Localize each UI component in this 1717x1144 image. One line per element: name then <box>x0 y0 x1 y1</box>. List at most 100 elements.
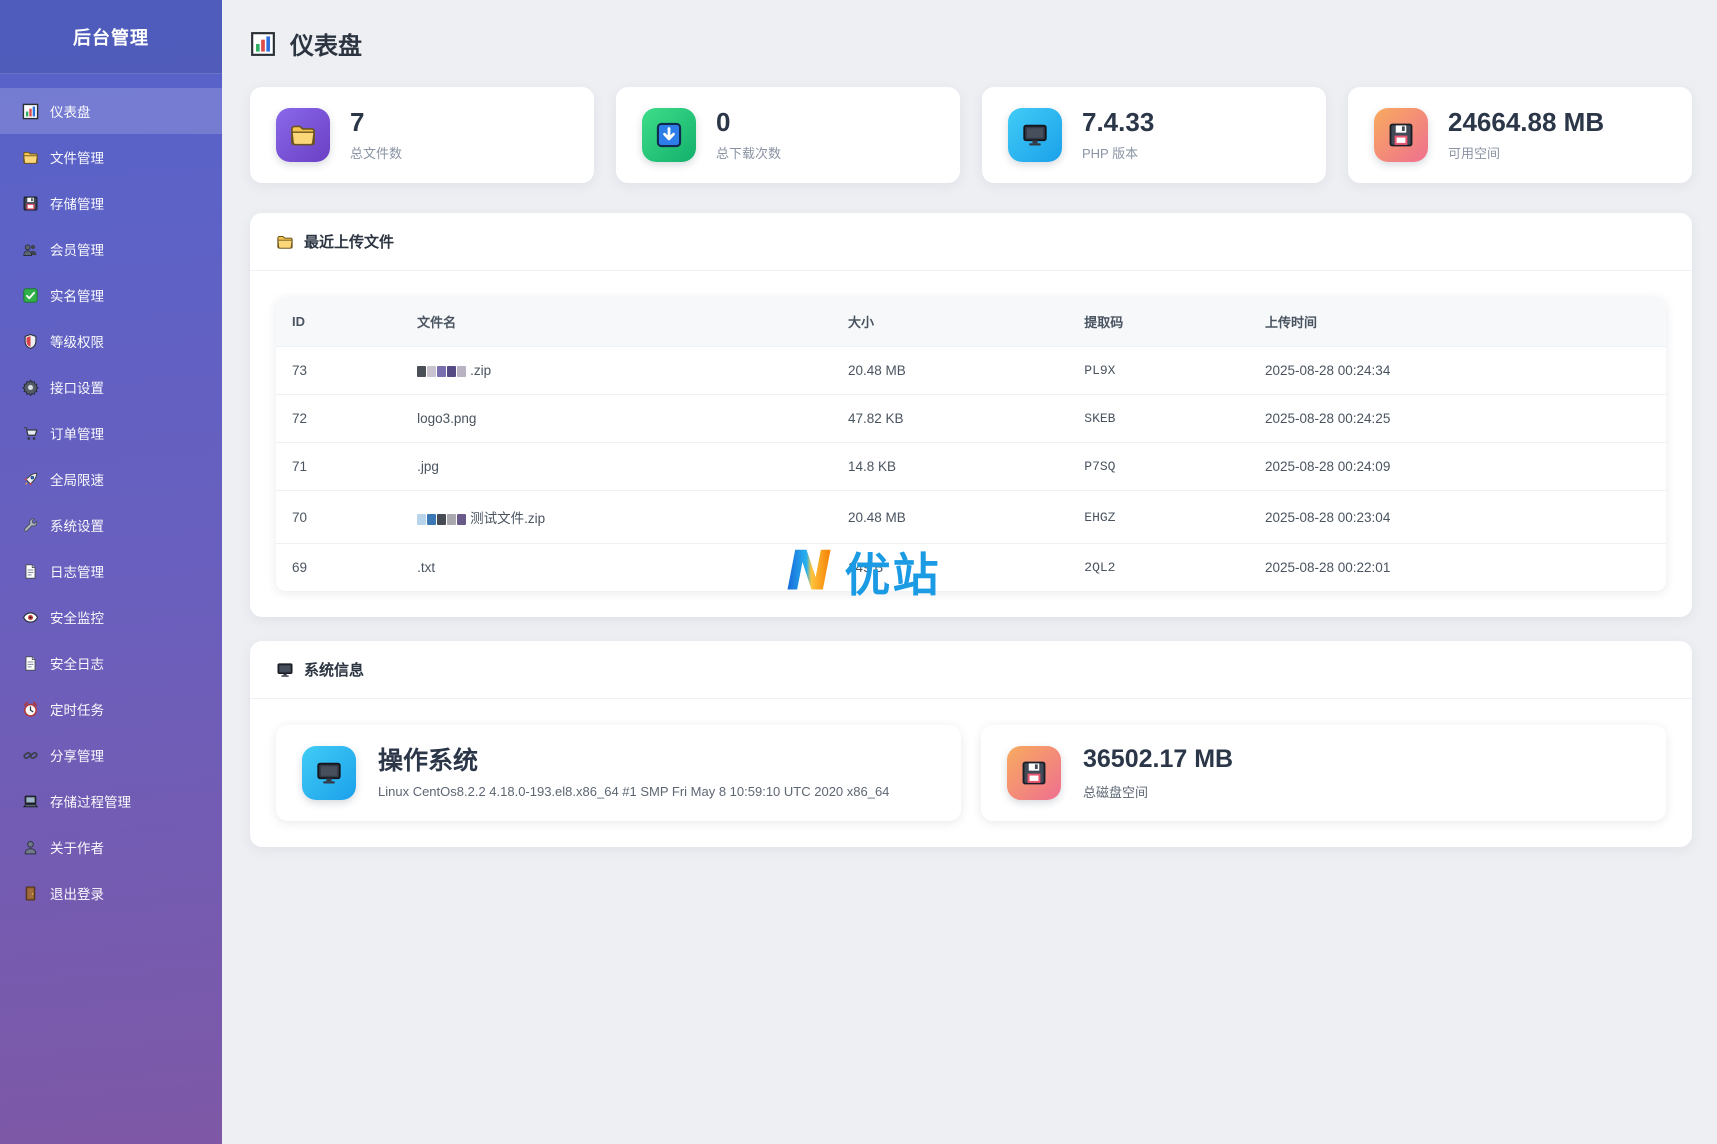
stat-value: 0 <box>716 108 781 137</box>
censored-pixel <box>447 514 456 525</box>
recent-uploads-body: ID文件名大小提取码上传时间 73.zip20.48 MBPL9X2025-08… <box>250 271 1692 617</box>
sidebar-item-stored-procedure-management[interactable]: 存储过程管理 <box>0 778 222 824</box>
sidebar-item-label: 定时任务 <box>50 699 104 719</box>
sidebar-item-label: 全局限速 <box>50 469 104 489</box>
table-header-row: ID文件名大小提取码上传时间 <box>276 297 1666 347</box>
censored-pixel <box>447 366 456 377</box>
cell-size: 20.48 MB <box>832 491 1068 544</box>
sidebar-item-realname-management[interactable]: 实名管理 <box>0 272 222 318</box>
recent-uploads-header: 最近上传文件 <box>250 213 1692 271</box>
system-info-header: 系统信息 <box>250 641 1692 699</box>
sidebar-item-share-management[interactable]: 分享管理 <box>0 732 222 778</box>
uploads-table: ID文件名大小提取码上传时间 73.zip20.48 MBPL9X2025-08… <box>276 297 1666 591</box>
sidebar-item-file-management[interactable]: 文件管理 <box>0 134 222 180</box>
cart-icon <box>22 425 39 442</box>
downbtn-icon <box>642 108 696 162</box>
stats-row: 7 总文件数 0 总下载次数 7.4.33PHP 版本24664.88 MB可用空间 <box>250 87 1692 183</box>
sidebar-item-label: 订单管理 <box>50 423 104 443</box>
users-icon <box>22 241 39 258</box>
laptop-icon <box>22 793 39 810</box>
stat-label: PHP 版本 <box>1082 143 1154 162</box>
sidebar-item-dashboard[interactable]: 仪表盘 <box>0 88 222 134</box>
sidebar-item-label: 存储管理 <box>50 193 104 213</box>
dashboard-icon <box>250 31 276 57</box>
sidebar-item-label: 存储过程管理 <box>50 791 131 811</box>
stat-value: 7 <box>350 108 402 137</box>
column-header: 文件名 <box>401 297 832 347</box>
stat-card-php-version: 7.4.33PHP 版本 <box>982 87 1326 183</box>
sidebar-item-label: 实名管理 <box>50 285 104 305</box>
column-header: 大小 <box>832 297 1068 347</box>
stat-label: 总文件数 <box>350 143 402 162</box>
system-card-total-disk: 36502.17 MB总磁盘空间 <box>981 725 1666 821</box>
column-header: 提取码 <box>1068 297 1249 347</box>
censored-pixel <box>427 366 436 377</box>
system-card-title: 36502.17 MB <box>1083 745 1233 774</box>
cell-size: 14.8 KB <box>832 443 1068 491</box>
table-row: 71.jpg14.8 KBP7SQ2025-08-28 00:24:09 <box>276 443 1666 491</box>
cell-id: 73 <box>276 347 401 395</box>
system-card-subtitle: Linux CentOs8.2.2 4.18.0-193.el8.x86_64 … <box>378 784 889 799</box>
sidebar-item-security-monitor[interactable]: 安全监控 <box>0 594 222 640</box>
folder-icon <box>276 233 294 251</box>
sidebar-item-logout[interactable]: 退出登录 <box>0 870 222 916</box>
person-icon <box>22 839 39 856</box>
system-cards: 操作系统Linux CentOs8.2.2 4.18.0-193.el8.x86… <box>276 725 1666 821</box>
stat-label: 可用空间 <box>1448 143 1604 162</box>
sidebar-item-label: 等级权限 <box>50 331 104 351</box>
system-info-title: 系统信息 <box>304 659 364 680</box>
censored-pixel <box>427 514 436 525</box>
sidebar-item-label: 系统设置 <box>50 515 104 535</box>
sidebar-item-about-author[interactable]: 关于作者 <box>0 824 222 870</box>
stat-card-total-downloads: 0 总下载次数 <box>616 87 960 183</box>
sidebar-menu: 仪表盘文件管理存储管理会员管理实名管理等级权限接口设置订单管理全局限速系统设置日… <box>0 74 222 916</box>
cell-time: 2025-08-28 00:24:25 <box>1249 395 1666 443</box>
sidebar-item-global-speed-limit[interactable]: 全局限速 <box>0 456 222 502</box>
table-row: 73.zip20.48 MBPL9X2025-08-28 00:24:34 <box>276 347 1666 395</box>
sidebar-item-api-settings[interactable]: 接口设置 <box>0 364 222 410</box>
sidebar-item-member-management[interactable]: 会员管理 <box>0 226 222 272</box>
cell-filename: 测试文件.zip <box>401 491 832 544</box>
sidebar-item-scheduled-tasks[interactable]: 定时任务 <box>0 686 222 732</box>
sidebar-item-system-settings[interactable]: 系统设置 <box>0 502 222 548</box>
cell-code: EHGZ <box>1068 491 1249 544</box>
cell-code: PL9X <box>1068 347 1249 395</box>
folder-icon <box>22 149 39 166</box>
page-header: 仪表盘 <box>250 26 1692 61</box>
table-row: 69.txt149 B2QL22025-08-28 00:22:01 <box>276 544 1666 592</box>
cell-size: 149 B <box>832 544 1068 592</box>
cell-time: 2025-08-28 00:22:01 <box>1249 544 1666 592</box>
table-row: 72logo3.png47.82 KBSKEB2025-08-28 00:24:… <box>276 395 1666 443</box>
sidebar-item-log-management[interactable]: 日志管理 <box>0 548 222 594</box>
sidebar-item-label: 日志管理 <box>50 561 104 581</box>
sidebar-item-label: 安全日志 <box>50 653 104 673</box>
folder-icon <box>276 108 330 162</box>
doc-icon <box>22 563 39 580</box>
sidebar-item-label: 会员管理 <box>50 239 104 259</box>
cell-code: P7SQ <box>1068 443 1249 491</box>
sidebar-item-level-permission[interactable]: 等级权限 <box>0 318 222 364</box>
cell-filename: .zip <box>401 347 832 395</box>
sidebar-item-order-management[interactable]: 订单管理 <box>0 410 222 456</box>
cell-id: 69 <box>276 544 401 592</box>
link-icon <box>22 747 39 764</box>
cell-time: 2025-08-28 00:24:34 <box>1249 347 1666 395</box>
sidebar-item-label: 安全监控 <box>50 607 104 627</box>
sidebar-item-label: 退出登录 <box>50 883 104 903</box>
rocket-icon <box>22 471 39 488</box>
system-info-card: 系统信息 操作系统Linux CentOs8.2.2 4.18.0-193.el… <box>250 641 1692 847</box>
cell-code: SKEB <box>1068 395 1249 443</box>
censored-pixel <box>417 514 426 525</box>
sidebar-item-storage-management[interactable]: 存储管理 <box>0 180 222 226</box>
alarm-icon <box>22 701 39 718</box>
sidebar-item-security-log[interactable]: 安全日志 <box>0 640 222 686</box>
shield-icon <box>22 333 39 350</box>
stat-card-free-space: 24664.88 MB可用空间 <box>1348 87 1692 183</box>
eye-icon <box>22 609 39 626</box>
monitor-icon <box>276 661 294 679</box>
gear-icon <box>22 379 39 396</box>
system-info-body: 操作系统Linux CentOs8.2.2 4.18.0-193.el8.x86… <box>250 699 1692 847</box>
censored-pixel <box>457 366 466 377</box>
sidebar-item-label: 分享管理 <box>50 745 104 765</box>
stat-label: 总下载次数 <box>716 143 781 162</box>
